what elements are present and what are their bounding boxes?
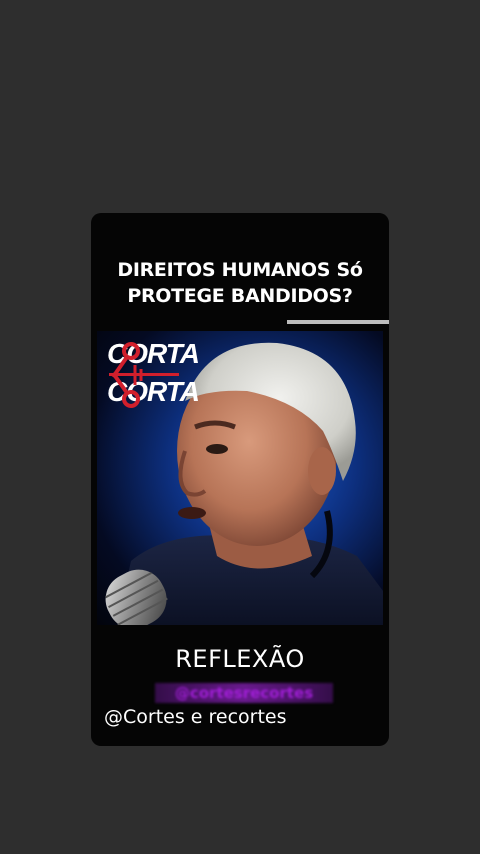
mouth-shape [178,507,206,519]
channel-handle[interactable]: @Cortes e recortes [104,706,287,728]
scissors-icon [111,342,143,408]
video-post-card[interactable]: DIREITOS HUMANOS Só PROTEGE BANDIDOS? CO… [91,213,389,746]
video-frame[interactable]: CORTA CORTA [97,331,383,625]
headline-line-1: DIREITOS HUMANOS Só [117,259,363,281]
story-screen: DIREITOS HUMANOS Só PROTEGE BANDIDOS? CO… [0,0,480,854]
post-headline: DIREITOS HUMANOS Só PROTEGE BANDIDOS? [91,257,389,309]
progress-bar [287,320,389,324]
watermark-overlay: @cortesrecortes [155,683,333,703]
ear-shape [308,447,336,495]
channel-logo: CORTA CORTA [107,339,217,419]
post-caption: REFLEXÃO [175,645,305,673]
headline-line-2: PROTEGE BANDIDOS? [127,285,353,307]
eye-shape [206,444,228,454]
